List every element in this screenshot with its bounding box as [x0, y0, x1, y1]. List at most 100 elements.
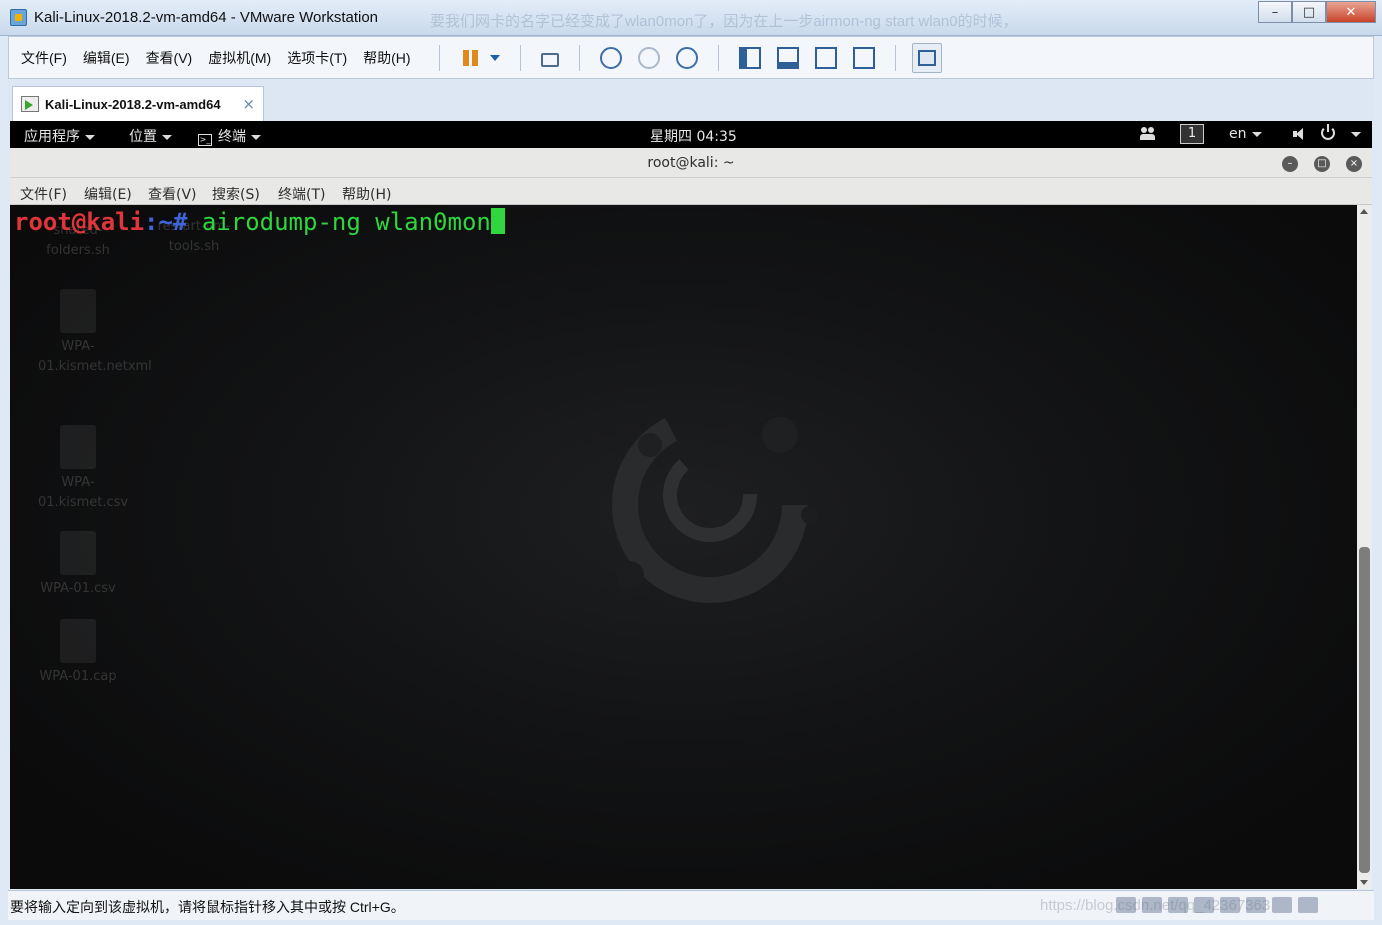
spreadsheet-icon	[60, 531, 96, 575]
language-label: en	[1229, 126, 1247, 142]
vm-console[interactable]: 应用程序 位置 >_ 终端 星期四 04:35 1 en root@kali: ~…	[10, 121, 1372, 889]
tab-kali-vm[interactable]: Kali-Linux-2018.2-vm-amd64 ×	[12, 86, 264, 121]
unity-icon[interactable]	[852, 46, 875, 69]
spreadsheet-icon	[60, 425, 96, 469]
terminal-menu-terminal[interactable]: 终端(T)	[278, 184, 325, 204]
window-title: Kali-Linux-2018.2-vm-amd64 - VMware Work…	[34, 9, 379, 26]
desktop-icon-label: WPA-01.csv	[40, 581, 116, 596]
toolbar-divider	[519, 44, 521, 71]
maximize-button[interactable]: □	[1292, 1, 1326, 23]
terminal-menu-edit[interactable]: 编辑(E)	[84, 184, 132, 204]
desktop-icon-cap[interactable]: WPA-01.cap	[38, 619, 118, 687]
terminal-maximize-button[interactable]: □	[1314, 156, 1330, 172]
terminal-close-button[interactable]: ×	[1346, 156, 1362, 172]
people-icon[interactable]	[1140, 127, 1156, 141]
terminal-menu-bar: 文件(F) 编辑(E) 查看(V) 搜索(S) 终端(T) 帮助(H)	[10, 178, 1372, 205]
desktop-icon-label: WPA-01.cap	[39, 669, 117, 684]
chevron-down-icon[interactable]	[489, 47, 500, 69]
language-selector[interactable]: en	[1229, 126, 1262, 142]
snapshot-manager-icon[interactable]	[675, 46, 698, 69]
power-icon[interactable]	[1321, 124, 1335, 140]
console-view-icon[interactable]	[776, 46, 799, 69]
tab-label: Kali-Linux-2018.2-vm-amd64	[45, 96, 221, 112]
library-icon[interactable]	[738, 46, 761, 69]
vm-running-icon	[21, 96, 39, 112]
prompt-path: :~#	[144, 208, 188, 236]
prompt-user: root@kali	[14, 208, 145, 236]
fullscreen-icon[interactable]	[814, 46, 837, 69]
applications-label: 应用程序	[24, 129, 80, 145]
thumbnail-view-button[interactable]	[911, 42, 942, 73]
cdrom-icon[interactable]	[1142, 897, 1162, 913]
terminal-icon: >_	[198, 134, 212, 146]
menu-help[interactable]: 帮助(H)	[363, 48, 410, 68]
menu-view[interactable]: 查看(V)	[146, 48, 193, 68]
terminal-window: root@kali: ~ – □ × 文件(F) 编辑(E) 查看(V) 搜索(…	[10, 148, 1372, 889]
snapshot-revert-icon[interactable]	[637, 46, 660, 69]
minimize-button[interactable]: –	[1258, 1, 1292, 23]
desktop-icon-netxml[interactable]: WPA-01.kismet.netxml	[38, 289, 152, 377]
desktop-icon-label: WPA-01.kismet.netxml	[38, 339, 152, 374]
vmware-logo-icon	[10, 9, 27, 26]
terminal-app-label: 终端	[218, 129, 246, 145]
xml-file-icon	[60, 289, 96, 333]
toolbar-divider	[717, 44, 719, 71]
terminal-scrollbar[interactable]	[1357, 205, 1372, 889]
text-cursor	[490, 208, 505, 234]
usb-icon[interactable]	[1194, 897, 1214, 913]
close-button[interactable]: ✕	[1326, 1, 1376, 23]
command-line: root@kali:~# airodump-ng wlan0mon	[14, 207, 505, 237]
status-bar: 要将输入定向到该虚拟机，请将鼠标指针移入其中或按 Ctrl+G。 https:/…	[8, 890, 1374, 920]
workspace-indicator[interactable]: 1	[1180, 124, 1204, 144]
display-icon[interactable]	[1272, 897, 1292, 913]
volume-icon[interactable]	[1293, 127, 1309, 141]
desktop-icon-label: WPA-01.kismet.csv	[38, 475, 129, 510]
terminal-minimize-button[interactable]: –	[1282, 156, 1298, 172]
desktop-icon-kismet-csv[interactable]: WPA-01.kismet.csv	[38, 425, 129, 513]
scroll-up-icon[interactable]	[1360, 209, 1368, 214]
system-menu-caret[interactable]	[1346, 126, 1361, 142]
chevron-down-icon	[1351, 131, 1361, 137]
terminal-app-menu[interactable]: >_ 终端	[198, 126, 261, 146]
places-menu[interactable]: 位置	[129, 126, 172, 146]
sound-icon[interactable]	[1220, 897, 1240, 913]
terminal-menu-help[interactable]: 帮助(H)	[342, 184, 391, 204]
toolbar-divider	[894, 44, 896, 71]
snapshot-icon[interactable]	[599, 46, 622, 69]
title-bar: Kali-Linux-2018.2-vm-amd64 - VMware Work…	[0, 0, 1382, 36]
status-message: 要将输入定向到该虚拟机，请将鼠标指针移入其中或按 Ctrl+G。	[10, 899, 405, 915]
terminal-menu-file[interactable]: 文件(F)	[20, 184, 67, 204]
chevron-down-icon	[85, 134, 95, 140]
vmware-workstation-window: Kali-Linux-2018.2-vm-amd64 - VMware Work…	[0, 0, 1382, 925]
binary-file-icon	[60, 619, 96, 663]
menu-file[interactable]: 文件(F)	[21, 48, 67, 68]
menu-vm[interactable]: 虚拟机(M)	[208, 48, 271, 68]
message-icon[interactable]	[1298, 897, 1318, 913]
applications-menu[interactable]: 应用程序	[24, 126, 95, 146]
device-status-icons	[1116, 897, 1324, 913]
printer-icon[interactable]	[1246, 897, 1266, 913]
scrollbar-thumb[interactable]	[1359, 547, 1370, 873]
command-text: airodump-ng wlan0mon	[187, 208, 491, 236]
pause-icon[interactable]	[460, 47, 482, 69]
chevron-down-icon	[1251, 131, 1262, 137]
terminal-output[interactable]: shared-folders.sh restart-vm-tools.sh WP…	[10, 205, 1357, 889]
desktop-icon-csv[interactable]: WPA-01.csv	[38, 531, 118, 599]
network-adapter-icon[interactable]	[1168, 897, 1188, 913]
toolbar-divider	[438, 44, 440, 71]
tab-close-icon[interactable]: ×	[242, 95, 255, 113]
kali-dragon-wallpaper	[612, 407, 819, 603]
terminal-menu-view[interactable]: 查看(V)	[148, 184, 197, 204]
menu-tabs[interactable]: 选项卡(T)	[287, 48, 347, 68]
scroll-down-icon[interactable]	[1360, 880, 1368, 885]
window-controls: – □ ✕	[1258, 1, 1376, 23]
toolbar-divider	[578, 44, 580, 71]
terminal-title: root@kali: ~	[647, 155, 735, 171]
tab-strip: Kali-Linux-2018.2-vm-amd64 ×	[8, 80, 1374, 121]
clock[interactable]: 星期四 04:35	[650, 126, 737, 146]
chevron-down-icon	[162, 134, 172, 140]
harddisk-icon[interactable]	[1116, 897, 1136, 913]
network-icon[interactable]	[540, 52, 559, 67]
terminal-menu-search[interactable]: 搜索(S)	[212, 184, 260, 204]
menu-edit[interactable]: 编辑(E)	[83, 48, 130, 68]
